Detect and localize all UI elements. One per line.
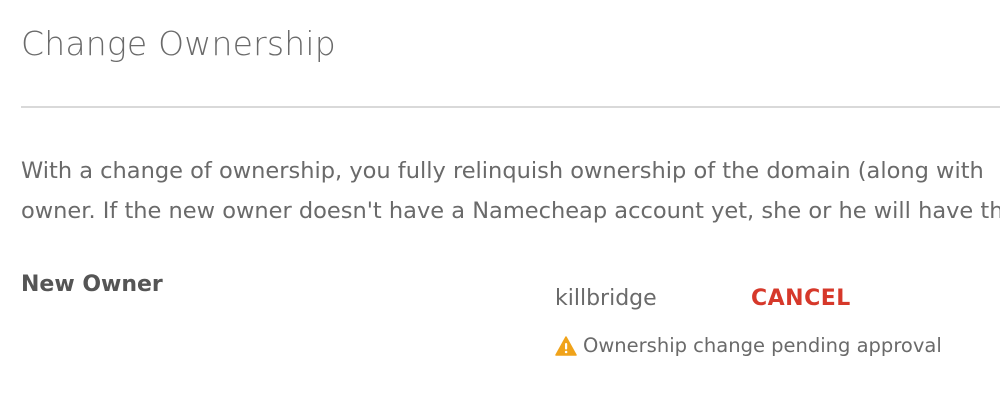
description-line-1: With a change of ownership, you fully re… [21, 158, 984, 184]
change-ownership-panel: Change Ownership With a change of owners… [0, 0, 1000, 400]
description-text: With a change of ownership, you fully re… [21, 151, 1000, 231]
page-title: Change Ownership [21, 24, 336, 63]
divider [21, 106, 1000, 108]
warning-icon [555, 335, 577, 356]
description-line-2: owner. If the new owner doesn't have a N… [21, 198, 1000, 224]
new-owner-label: New Owner [21, 272, 163, 297]
new-owner-username: killbridge [555, 286, 657, 311]
status-text: Ownership change pending approval [583, 334, 942, 357]
pending-status: Ownership change pending approval [555, 334, 942, 357]
cancel-button[interactable]: CANCEL [751, 286, 851, 311]
